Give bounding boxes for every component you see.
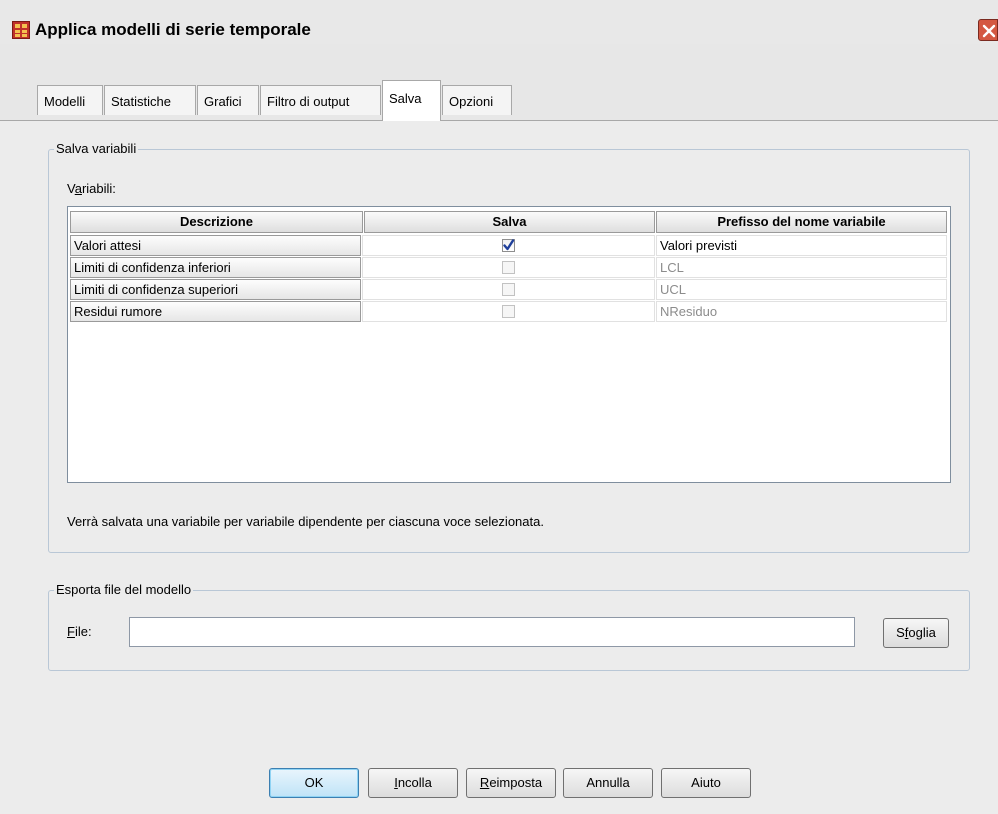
column-header-prefix[interactable]: Prefisso del nome variabile	[656, 211, 947, 233]
tab-label: Modelli	[44, 94, 86, 109]
title-bar: Applica modelli di serie temporale	[0, 0, 998, 45]
table-row-save-cell	[362, 279, 655, 300]
table-row-description: Limiti di confidenza inferiori	[70, 257, 361, 278]
table-row-description: Limiti di confidenza superiori	[70, 279, 361, 300]
column-header-save[interactable]: Salva	[364, 211, 655, 233]
variables-table: Descrizione Salva Prefisso del nome vari…	[67, 206, 951, 483]
save-checkbox-lcl[interactable]	[502, 261, 515, 274]
table-row-save-cell	[362, 257, 655, 278]
tab-grafici[interactable]: Grafici	[197, 85, 259, 115]
prefix-field-valori-attesi[interactable]: Valori previsti	[656, 235, 947, 256]
cancel-button[interactable]: Annulla	[563, 768, 653, 798]
save-checkbox-ucl[interactable]	[502, 283, 515, 296]
table-row-save-cell	[362, 301, 655, 322]
prefix-field-ucl[interactable]: UCL	[656, 279, 947, 300]
window-title: Applica modelli di serie temporale	[35, 20, 311, 39]
save-checkbox-valori-attesi[interactable]	[502, 239, 515, 252]
save-checkbox-nresiduo[interactable]	[502, 305, 515, 318]
tab-label: Opzioni	[449, 94, 494, 109]
table-row-save-cell	[362, 235, 655, 256]
variables-label: Variabili:	[67, 181, 116, 196]
file-path-input[interactable]	[129, 617, 855, 647]
tab-filtro-di-output[interactable]: Filtro di output	[260, 85, 381, 115]
table-row-description: Residui rumore	[70, 301, 361, 322]
paste-button[interactable]: Incolla	[368, 768, 458, 798]
prefix-field-lcl[interactable]: LCL	[656, 257, 947, 278]
tab-label: Statistiche	[111, 94, 171, 109]
help-button[interactable]: Aiuto	[661, 768, 751, 798]
close-icon	[982, 24, 996, 38]
checkmark-icon	[503, 239, 515, 251]
column-header-description[interactable]: Descrizione	[70, 211, 363, 233]
save-variables-group-label: Salva variabili	[54, 141, 139, 156]
tab-label: Salva	[389, 91, 422, 106]
tab-statistiche[interactable]: Statistiche	[104, 85, 196, 115]
reset-button[interactable]: Reimposta	[466, 768, 556, 798]
spreadsheet-icon	[12, 21, 30, 39]
browse-button[interactable]: Sfoglia	[883, 618, 949, 648]
tab-modelli[interactable]: Modelli	[37, 85, 103, 115]
export-group-label: Esporta file del modello	[54, 582, 194, 597]
table-row-description: Valori attesi	[70, 235, 361, 256]
dialog-window: Applica modelli di serie temporale Model…	[0, 0, 998, 814]
tab-opzioni[interactable]: Opzioni	[442, 85, 512, 115]
save-note: Verrà salvata una variabile per variabil…	[67, 514, 544, 529]
tab-salva[interactable]: Salva	[382, 80, 441, 121]
close-button[interactable]	[978, 19, 998, 41]
prefix-field-nresiduo[interactable]: NResiduo	[656, 301, 947, 322]
ok-button[interactable]: OK	[269, 768, 359, 798]
file-label: File:	[67, 624, 92, 639]
tab-label: Filtro di output	[267, 94, 350, 109]
tab-label: Grafici	[204, 94, 242, 109]
